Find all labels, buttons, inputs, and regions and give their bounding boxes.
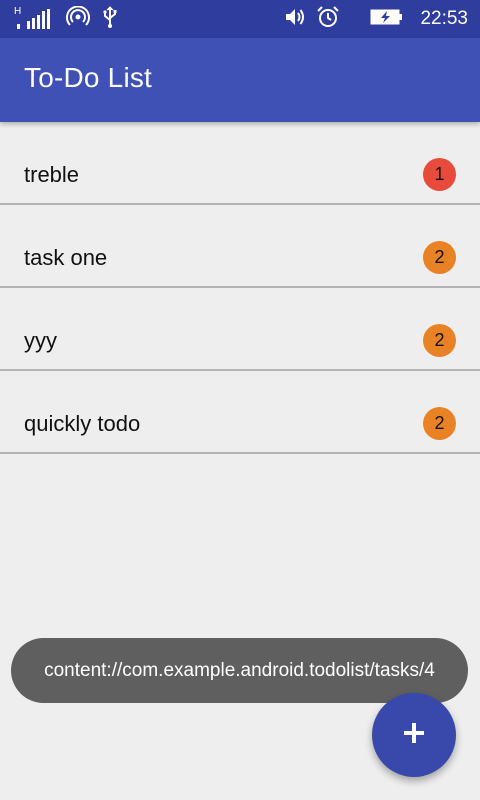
app-bar: To-Do List: [0, 38, 480, 122]
signal-icon: H: [14, 6, 54, 30]
plus-icon: [403, 722, 425, 748]
task-item[interactable]: task one 2: [0, 205, 480, 288]
add-task-button[interactable]: [372, 693, 456, 777]
task-label: yyy: [24, 328, 57, 353]
toast-message: content://com.example.android.todolist/t…: [11, 638, 468, 703]
battery-charging-icon: [370, 7, 404, 31]
task-label: treble: [24, 162, 80, 187]
priority-badge: 2: [423, 324, 456, 357]
alarm-icon: [316, 5, 340, 33]
page-title: To-Do List: [24, 62, 153, 93]
usb-icon: [102, 6, 118, 32]
task-item[interactable]: yyy 2: [0, 288, 480, 371]
status-right-icons: 22:53: [284, 5, 468, 33]
status-bar: H 22:53: [0, 0, 480, 38]
status-left-icons: H: [14, 5, 118, 32]
task-label: quickly todo: [24, 411, 141, 436]
task-label: task one: [24, 245, 108, 270]
priority-badge: 1: [423, 158, 456, 191]
task-item[interactable]: quickly todo 2: [0, 371, 480, 454]
priority-badge: 2: [423, 241, 456, 274]
priority-badge: 2: [423, 407, 456, 440]
task-list: treble 1 task one 2 yyy 2 quickly todo 2: [0, 122, 480, 454]
clock: 22:53: [420, 8, 468, 29]
volume-icon: [284, 6, 306, 32]
task-item[interactable]: treble 1: [0, 122, 480, 205]
hotspot-icon: [66, 5, 90, 32]
